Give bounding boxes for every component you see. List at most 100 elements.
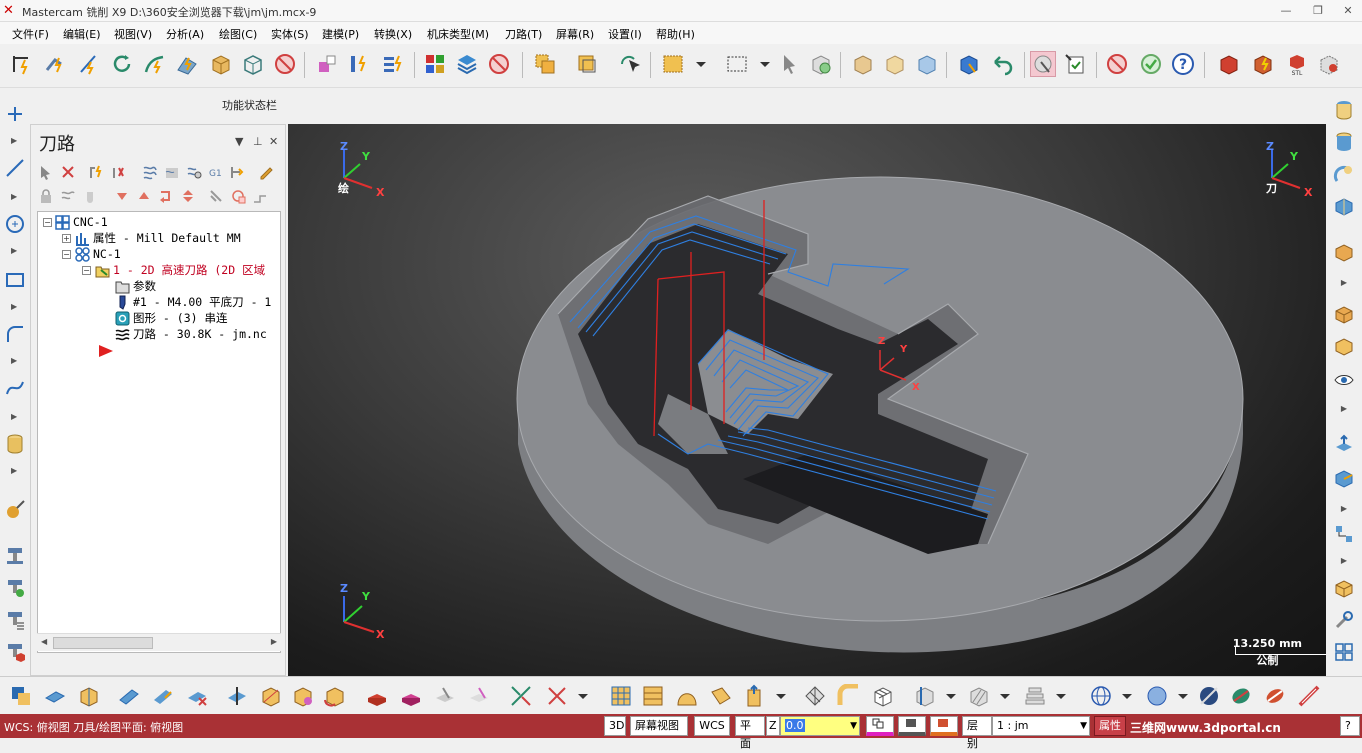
blade-red-icon[interactable] bbox=[1296, 683, 1322, 709]
scroll-right-icon[interactable]: ▶ bbox=[271, 637, 277, 646]
tree-item-machine-group[interactable]: CNC-1 bbox=[54, 214, 108, 230]
stock-grey-icon[interactable] bbox=[432, 683, 458, 709]
dropdown-arrow-icon-8[interactable] bbox=[1114, 683, 1140, 709]
rotate-cursor-icon[interactable] bbox=[616, 51, 642, 77]
graphics-viewport[interactable]: Z Y X 绘 Z Y X 刀 Z Y X Z Y X 13.250 mm 公制 bbox=[288, 124, 1331, 676]
circle-arrow-icon[interactable] bbox=[110, 51, 136, 77]
machine-stock-icon[interactable] bbox=[3, 640, 27, 664]
blue-cube-arrow-icon[interactable] bbox=[956, 51, 982, 77]
expand-arrow-icon[interactable]: ▶ bbox=[11, 192, 19, 202]
red-box-lightning-icon[interactable] bbox=[1250, 51, 1276, 77]
show-selected-icon[interactable] bbox=[229, 187, 247, 205]
line-lightning-icon[interactable] bbox=[76, 51, 102, 77]
expand-arrow-icon[interactable]: ▶ bbox=[1332, 270, 1356, 294]
move-up-icon[interactable] bbox=[135, 187, 153, 205]
expand-arrow-icon[interactable]: ▶ bbox=[1332, 396, 1356, 420]
box-tag-icon[interactable] bbox=[290, 683, 316, 709]
tree-item-properties[interactable]: 属性 - Mill Default MM bbox=[74, 230, 241, 246]
sphere-shaded-icon[interactable] bbox=[1144, 683, 1170, 709]
expand-arrow-icon[interactable]: ▶ bbox=[11, 302, 19, 312]
dropdown-arrow-icon-2[interactable] bbox=[752, 51, 778, 77]
hidden-solid-icon[interactable] bbox=[1332, 334, 1356, 358]
pointer-icon[interactable] bbox=[776, 51, 802, 77]
expand-arrow-icon[interactable]: ▶ bbox=[11, 136, 19, 146]
select-boxes-icon[interactable] bbox=[532, 51, 558, 77]
blue-box-icon[interactable] bbox=[914, 51, 940, 77]
menu-toolpaths[interactable]: 刀路(T) bbox=[505, 26, 542, 42]
shade-wire-icon[interactable] bbox=[1332, 240, 1356, 264]
ruled-surface-icon[interactable] bbox=[640, 683, 666, 709]
tree-item-operation[interactable]: 1 - 2D 高速刀路 (2D 区域 bbox=[94, 262, 265, 278]
backplot-icon[interactable] bbox=[141, 163, 159, 181]
cylinder-tool-icon[interactable] bbox=[3, 432, 27, 456]
plane-button[interactable]: 平面 bbox=[735, 716, 765, 750]
view-eye-icon[interactable] bbox=[1332, 368, 1356, 392]
iso-view-icon[interactable] bbox=[1332, 194, 1356, 218]
box-cut-icon[interactable] bbox=[258, 683, 284, 709]
post-g1-icon[interactable]: G1 bbox=[207, 163, 225, 181]
solid-box-icon[interactable] bbox=[208, 51, 234, 77]
point-icon[interactable] bbox=[3, 102, 27, 126]
tree-item-tool[interactable]: #1 - M4.00 平底刀 - 1 bbox=[114, 294, 271, 310]
verify-solid-icon[interactable] bbox=[808, 51, 834, 77]
clipboard-check-icon[interactable] bbox=[1062, 51, 1088, 77]
menu-view[interactable]: 视图(V) bbox=[114, 26, 152, 42]
expand-arrow-icon[interactable]: ▶ bbox=[11, 356, 19, 366]
levels-lightning-icon[interactable] bbox=[380, 51, 406, 77]
lock-icon[interactable] bbox=[37, 187, 55, 205]
fillet-tool-icon[interactable] bbox=[3, 322, 27, 346]
machine-sim-icon[interactable] bbox=[3, 576, 27, 600]
plane-flat-icon[interactable] bbox=[42, 683, 68, 709]
select-all-ops-icon[interactable] bbox=[37, 163, 55, 181]
panel-pin-button[interactable]: ⊥ bbox=[253, 135, 263, 148]
plane-origin-icon[interactable] bbox=[224, 683, 250, 709]
no-layer-icon[interactable] bbox=[486, 51, 512, 77]
expand-arrow-icon[interactable]: ▶ bbox=[1332, 548, 1356, 572]
layered-solid-icon[interactable] bbox=[1022, 683, 1048, 709]
sphere-red-icon[interactable] bbox=[1262, 683, 1288, 709]
scroll-thumb[interactable] bbox=[53, 637, 153, 649]
menu-model[interactable]: 建模(P) bbox=[322, 26, 359, 42]
box-axis-icon[interactable] bbox=[76, 683, 102, 709]
box-select-icon[interactable] bbox=[1332, 576, 1356, 600]
color-grid-icon[interactable] bbox=[422, 51, 448, 77]
wire-box-icon[interactable] bbox=[240, 51, 266, 77]
color-select-icon[interactable] bbox=[314, 51, 340, 77]
ok-check-icon[interactable] bbox=[1138, 51, 1164, 77]
layer-label[interactable]: 层别 bbox=[962, 716, 992, 750]
viewports-icon[interactable] bbox=[1332, 640, 1356, 664]
machine-list-icon[interactable] bbox=[3, 608, 27, 632]
extruded-surface-icon[interactable] bbox=[742, 683, 768, 709]
gview-button[interactable]: 屏幕视图 bbox=[630, 716, 688, 736]
globe-wire-icon[interactable] bbox=[1088, 683, 1114, 709]
spline-icon[interactable] bbox=[142, 51, 168, 77]
expand-arrow-icon[interactable]: ▶ bbox=[11, 466, 19, 476]
rectangle-tool-icon[interactable] bbox=[3, 268, 27, 292]
hatch-solid-icon[interactable] bbox=[966, 683, 992, 709]
dimension-lightning-icon[interactable] bbox=[10, 51, 36, 77]
stock-pink-icon[interactable] bbox=[398, 683, 424, 709]
no-entry-icon[interactable] bbox=[272, 51, 298, 77]
menu-settings[interactable]: 设置(I) bbox=[608, 26, 642, 42]
attributes-button[interactable]: 属性 bbox=[1094, 716, 1126, 736]
sphere-slash-icon[interactable] bbox=[1196, 683, 1222, 709]
menu-create[interactable]: 绘图(C) bbox=[219, 26, 257, 42]
menu-file[interactable]: 文件(F) bbox=[12, 26, 49, 42]
plane-delete-icon[interactable] bbox=[184, 683, 210, 709]
expand-arrow-icon[interactable]: ▶ bbox=[11, 246, 19, 256]
close-button[interactable]: ✕ bbox=[1334, 3, 1362, 19]
grid-surface-icon[interactable] bbox=[608, 683, 634, 709]
wcs-button[interactable]: WCS bbox=[694, 716, 730, 736]
layer-lightning-icon[interactable] bbox=[346, 51, 372, 77]
wcs-select-icon[interactable] bbox=[8, 683, 34, 709]
stl-export-icon[interactable]: STL bbox=[1284, 51, 1310, 77]
trim-icon[interactable] bbox=[508, 683, 534, 709]
plane-pencil-icon[interactable] bbox=[150, 683, 176, 709]
cube-blue-icon[interactable] bbox=[1332, 466, 1356, 490]
dropdown-arrow-icon-4[interactable] bbox=[768, 683, 794, 709]
regen-lightning-icon[interactable] bbox=[42, 51, 68, 77]
menu-help[interactable]: 帮助(H) bbox=[656, 26, 695, 42]
front-view-icon[interactable] bbox=[1332, 130, 1356, 154]
shaded-box-icon[interactable] bbox=[850, 51, 876, 77]
expand-toggle[interactable]: + bbox=[62, 234, 71, 243]
